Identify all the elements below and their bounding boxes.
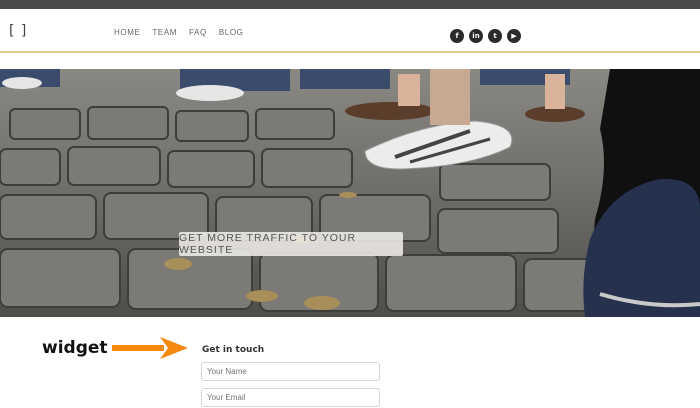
site-logo[interactable]: [ ]: [9, 23, 27, 39]
site-header: [ ] HOME TEAM FAQ BLOG f in t ▶: [0, 9, 700, 53]
hero-cta-button[interactable]: GET MORE TRAFFIC TO YOUR WEBSITE: [179, 232, 403, 256]
email-input[interactable]: [201, 388, 380, 407]
annotation-arrow-icon: [112, 337, 188, 359]
nav-home[interactable]: HOME: [114, 28, 140, 37]
twitter-icon[interactable]: t: [488, 29, 502, 43]
hero-photo: [0, 69, 700, 317]
top-bar: [0, 0, 700, 9]
linkedin-icon[interactable]: in: [469, 29, 483, 43]
name-input[interactable]: [201, 362, 380, 381]
facebook-icon[interactable]: f: [450, 29, 464, 43]
social-links: f in t ▶: [450, 29, 521, 43]
widget-annotation-label: widget: [42, 338, 108, 358]
nav-blog[interactable]: BLOG: [219, 28, 244, 37]
contact-form-title: Get in touch: [202, 345, 265, 355]
nav-faq[interactable]: FAQ: [189, 28, 207, 37]
youtube-icon[interactable]: ▶: [507, 29, 521, 43]
header-spacer: [0, 55, 700, 69]
nav-team[interactable]: TEAM: [152, 28, 177, 37]
main-menu: HOME TEAM FAQ BLOG: [114, 28, 255, 37]
hero-banner: GET MORE TRAFFIC TO YOUR WEBSITE: [0, 69, 700, 317]
